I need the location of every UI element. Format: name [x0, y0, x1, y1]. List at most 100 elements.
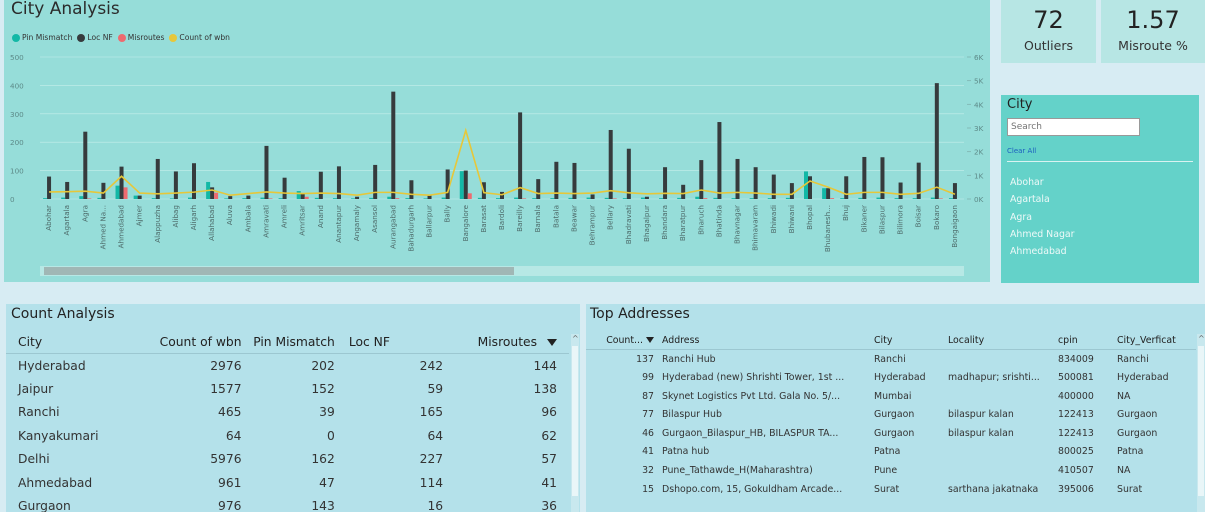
- table-row[interactable]: 77 Bilaspur Hub Gurgaon bilaspur kalan 12241…: [586, 405, 1196, 424]
- count-table-scrollbar[interactable]: ^: [571, 334, 579, 512]
- table-row[interactable]: Ranchi 465 39 165 96: [6, 401, 569, 425]
- slicer-divider: [1007, 161, 1193, 162]
- cell-cpin: 122413: [1058, 409, 1094, 421]
- slicer-search-input[interactable]: [1007, 118, 1140, 136]
- bar-loc-nf: [626, 148, 631, 199]
- table-row[interactable]: Delhi 5976 162 227 57: [6, 448, 569, 472]
- cell-loc-nf: 227: [419, 452, 444, 467]
- bar-pin-mismatch: [586, 197, 591, 199]
- cell-cpin: 410507: [1058, 464, 1094, 476]
- sort-descending-icon[interactable]: [547, 338, 557, 346]
- x-tick-label: Ahmedabad: [117, 205, 126, 248]
- table-row[interactable]: Jaipur 1577 152 59 138: [6, 377, 569, 401]
- x-tick-label: Alappuzha: [153, 205, 162, 243]
- slicer-item[interactable]: Agra: [1010, 209, 1075, 226]
- sort-descending-icon[interactable]: [646, 337, 654, 344]
- cell-pin-mismatch: 152: [311, 381, 335, 396]
- kpi-outliers-label: Outliers: [1024, 38, 1073, 53]
- table-row[interactable]: Kanyakumari 64 0 64 62: [6, 424, 569, 448]
- cell-city: Surat: [874, 483, 900, 495]
- table-row[interactable]: 87 Skynet Logistics Pvt Ltd. Gala No. 5/.…: [586, 387, 1196, 406]
- bar-pin-mismatch: [260, 197, 265, 199]
- cell-loc-nf: 114: [419, 475, 444, 490]
- x-tick-label: Bhandara: [660, 205, 669, 240]
- slicer-item[interactable]: Agartala: [1010, 191, 1075, 208]
- column-header-misroutes-cell[interactable]: Misroutes: [447, 330, 569, 354]
- cell-cpin: 500081: [1058, 371, 1094, 383]
- table-row[interactable]: 32 Pune_Tathawde_H(Maharashtra) Pune 410507…: [586, 461, 1196, 480]
- cell-count: 5976: [210, 452, 242, 467]
- x-tick-label: Alibag: [171, 205, 180, 227]
- cell-address: Ranchi Hub: [662, 353, 716, 365]
- column-header-count-of-wbn[interactable]: Count of wbn: [143, 330, 246, 354]
- y-right-tick-label: 4K: [974, 100, 984, 109]
- column-header-cpin[interactable]: cpin: [1054, 331, 1113, 351]
- cell-pin-mismatch: 47: [319, 475, 335, 490]
- column-header-city-verification[interactable]: City_Verficat: [1113, 331, 1196, 351]
- table-row[interactable]: Ahmedabad 961 47 114 41: [6, 471, 569, 495]
- slicer-item[interactable]: Ahmed Nagar: [1010, 226, 1075, 243]
- slicer-item[interactable]: Abohar: [1010, 174, 1075, 191]
- cell-city: Hyderabad: [874, 371, 926, 383]
- bar-pin-mismatch: [61, 197, 66, 199]
- column-header-city[interactable]: City: [6, 330, 144, 354]
- column-header-address[interactable]: Address: [658, 331, 870, 351]
- kpi-card-misroute: 1.57 Misroute %: [1101, 0, 1205, 63]
- table-row[interactable]: 99 Hyderabad (new) Shrishti Tower, 1st ..…: [586, 368, 1196, 387]
- cell-city: Ahmedabad: [18, 475, 93, 490]
- top-addresses-table: Count... Address City Locality cpin City…: [586, 331, 1196, 498]
- x-tick-label: Boisar: [914, 205, 923, 227]
- top-addresses-panel: Top Addresses Count... Address City Loca…: [586, 304, 1205, 512]
- x-tick-label: Ambala: [243, 205, 252, 232]
- slicer-title: City: [1007, 97, 1033, 112]
- table-row[interactable]: 46 Gurgaon_Bilaspur_HB, BILASPUR TA... Gur…: [586, 424, 1196, 443]
- table-row[interactable]: Gurgaon 976 143 16 36: [6, 495, 569, 512]
- bar-loc-nf: [373, 164, 378, 199]
- scroll-thumb[interactable]: [572, 346, 578, 496]
- slicer-clear-all-link[interactable]: Clear All: [1007, 147, 1036, 155]
- x-tick-label: Bikaner: [859, 205, 868, 232]
- y-left-tick-label: 400: [10, 81, 24, 90]
- scroll-up-icon[interactable]: ^: [1198, 334, 1205, 343]
- bar-pin-mismatch: [695, 196, 700, 199]
- y-right-tick-label: 5K: [974, 77, 984, 86]
- table-row[interactable]: 137 Ranchi Hub Ranchi 834009 Ranchi: [586, 350, 1196, 369]
- cell-city: Mumbai: [874, 390, 912, 402]
- y-right-tick-label: 2K: [974, 148, 984, 157]
- x-tick-label: Anand: [316, 205, 325, 228]
- bar-pin-mismatch: [659, 198, 664, 199]
- bar-pin-mismatch: [749, 198, 754, 199]
- bar-pin-mismatch: [731, 198, 736, 199]
- bar-pin-mismatch: [477, 197, 482, 199]
- scroll-thumb[interactable]: [1198, 346, 1204, 496]
- cell-count: 961: [218, 475, 242, 490]
- column-header-locality[interactable]: Locality: [944, 331, 1054, 351]
- cell-loc-nf: 242: [419, 358, 444, 373]
- cell-misroutes: 96: [541, 405, 557, 420]
- x-tick-label: Ahmed Na...: [98, 205, 107, 249]
- cell-loc-nf: 59: [427, 381, 444, 396]
- y-left-tick-label: 200: [10, 138, 24, 147]
- column-header-count-cell[interactable]: Count...: [586, 331, 658, 351]
- cell-city: Ranchi: [18, 405, 60, 420]
- cell-city: Delhi: [18, 452, 50, 467]
- bar-pin-mismatch: [568, 197, 573, 199]
- column-header-loc-nf[interactable]: Loc NF: [338, 330, 448, 354]
- scroll-up-icon[interactable]: ^: [572, 334, 579, 343]
- x-tick-label: Bareilly: [515, 204, 524, 232]
- cell-count: 77: [642, 409, 654, 421]
- cell-locality: sarthana jakatnaka: [948, 483, 1039, 495]
- cell-city: Gurgaon: [18, 499, 71, 512]
- chart-scroll-thumb[interactable]: [44, 267, 514, 275]
- column-header-city[interactable]: City: [870, 331, 944, 351]
- column-header-pin-mismatch[interactable]: Pin Mismatch: [245, 330, 339, 354]
- table-row[interactable]: Hyderabad 2976 202 242 144: [6, 354, 569, 378]
- bar-loc-nf: [771, 174, 776, 199]
- city-analysis-panel: City Analysis Pin Mismatch Loc NF Misrou…: [4, 0, 990, 282]
- table-row[interactable]: 41 Patna hub Patna 800025 Patna: [586, 443, 1196, 462]
- table-row[interactable]: 15 Dshopo.com, 15, Gokuldham Arcade... Sur…: [586, 480, 1196, 499]
- cell-city-verification: Hyderabad: [1117, 371, 1169, 383]
- bar-loc-nf: [47, 176, 52, 199]
- slicer-item[interactable]: Ahmedabad: [1010, 243, 1075, 260]
- addresses-table-scrollbar[interactable]: ^: [1197, 334, 1205, 512]
